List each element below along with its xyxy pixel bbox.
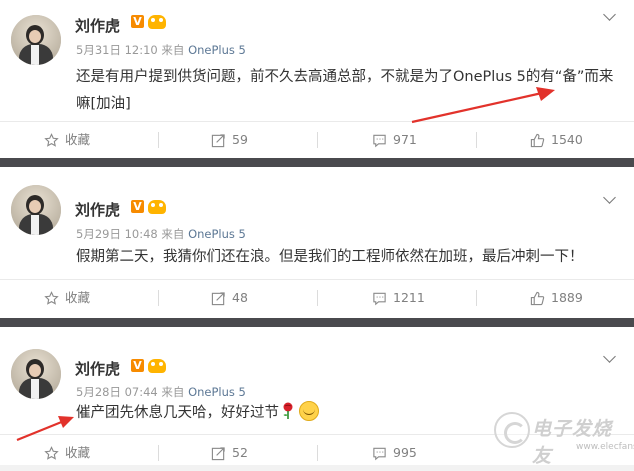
repost-icon — [211, 292, 225, 306]
comment-button[interactable]: 995 — [372, 435, 417, 471]
weibo-post: 刘作虎 V 5月31日 12:10 来自 OnePlus 5 还是有用户提到供货… — [0, 0, 634, 158]
like-button[interactable]: 1889 — [530, 280, 583, 316]
chevron-down-icon[interactable] — [603, 350, 616, 363]
chevron-down-icon[interactable] — [603, 8, 616, 21]
thumbs-up-icon — [530, 291, 545, 306]
repost-icon — [211, 134, 225, 148]
annotation-arrow — [16, 416, 74, 442]
divider — [317, 290, 318, 306]
star-icon — [44, 133, 59, 147]
post-device[interactable]: OnePlus 5 — [188, 385, 246, 399]
post-text-line: 假期第二天，我猜你们还在浪。但是我们的工程师依然在加班，最后冲刺一下！ — [76, 249, 584, 265]
favorite-label: 收藏 — [65, 445, 91, 460]
favorite-button[interactable]: 收藏 — [44, 122, 90, 158]
thumbs-up-icon — [530, 133, 545, 148]
source-label: 来自 — [161, 385, 185, 399]
verified-badge-icon: V — [131, 15, 144, 28]
author-name[interactable]: 刘作虎 — [75, 199, 120, 220]
favorite-label: 收藏 — [65, 132, 91, 147]
post-meta: 5月28日 07:44 来自 OnePlus 5 — [76, 384, 246, 400]
like-count: 1889 — [551, 290, 583, 305]
favorite-button[interactable]: 收藏 — [44, 280, 90, 316]
watermark-brand: 电子发烧友 — [532, 418, 613, 467]
star-icon — [44, 446, 59, 460]
watermark-site: www.elecfans.com — [576, 442, 634, 452]
repost-count: 48 — [232, 290, 248, 305]
divider — [158, 445, 159, 461]
post-date[interactable]: 5月31日 12:10 — [76, 43, 158, 57]
author-name[interactable]: 刘作虎 — [75, 358, 120, 379]
divider — [476, 290, 477, 306]
favorite-label: 收藏 — [65, 290, 91, 305]
site-watermark: 电子发烧友 www.elecfans.com — [494, 412, 634, 467]
weibo-post: 刘作虎 V 5月29日 10:48 来自 OnePlus 5 假期第二天，我猜你… — [0, 167, 634, 318]
post-meta: 5月31日 12:10 来自 OnePlus 5 — [76, 42, 246, 58]
comment-icon — [373, 292, 386, 306]
rose-emoji-icon — [281, 402, 295, 420]
source-label: 来自 — [161, 43, 185, 57]
like-count: 1540 — [551, 132, 583, 147]
like-button[interactable]: 1540 — [530, 122, 583, 158]
post-meta: 5月29日 10:48 来自 OnePlus 5 — [76, 226, 246, 242]
divider — [476, 132, 477, 148]
author-avatar[interactable] — [11, 349, 61, 399]
repost-button[interactable]: 48 — [211, 280, 248, 316]
member-level-icon — [148, 359, 166, 373]
member-level-icon — [148, 15, 166, 29]
post-text: 假期第二天，我猜你们还在浪。但是我们的工程师依然在加班，最后冲刺一下！ — [76, 244, 624, 271]
divider — [158, 132, 159, 148]
repost-button[interactable]: 59 — [211, 122, 248, 158]
author-avatar[interactable] — [11, 185, 61, 235]
repost-icon — [211, 447, 225, 461]
author-name[interactable]: 刘作虎 — [75, 15, 120, 36]
smile-emoji-icon — [299, 401, 319, 421]
source-label: 来自 — [161, 227, 185, 241]
repost-count: 52 — [232, 445, 248, 460]
comment-count: 971 — [393, 132, 417, 147]
comment-count: 995 — [393, 445, 417, 460]
comment-button[interactable]: 1211 — [372, 280, 425, 316]
post-device[interactable]: OnePlus 5 — [188, 227, 246, 241]
post-actions: 收藏 59 971 1540 — [0, 121, 634, 158]
post-date[interactable]: 5月29日 10:48 — [76, 227, 158, 241]
comment-count: 1211 — [393, 290, 425, 305]
post-actions: 收藏 48 1211 1889 — [0, 279, 634, 316]
comment-button[interactable]: 971 — [372, 122, 417, 158]
post-text-line: 催产团先休息几天哈，好好过节 — [76, 405, 279, 421]
post-date[interactable]: 5月28日 07:44 — [76, 385, 158, 399]
chevron-down-icon[interactable] — [603, 191, 616, 204]
star-icon — [44, 291, 59, 305]
verified-badge-icon: V — [131, 359, 144, 372]
divider — [158, 290, 159, 306]
comment-icon — [373, 134, 386, 148]
divider — [317, 132, 318, 148]
repost-count: 59 — [232, 132, 248, 147]
divider — [317, 445, 318, 461]
author-avatar[interactable] — [11, 15, 61, 65]
member-level-icon — [148, 200, 166, 214]
annotation-arrow — [411, 87, 555, 124]
comment-icon — [373, 447, 386, 461]
verified-badge-icon: V — [131, 200, 144, 213]
repost-button[interactable]: 52 — [211, 435, 248, 471]
brand-logo-icon — [494, 412, 530, 448]
post-separator — [0, 318, 634, 327]
post-separator — [0, 158, 634, 167]
post-device[interactable]: OnePlus 5 — [188, 43, 246, 57]
